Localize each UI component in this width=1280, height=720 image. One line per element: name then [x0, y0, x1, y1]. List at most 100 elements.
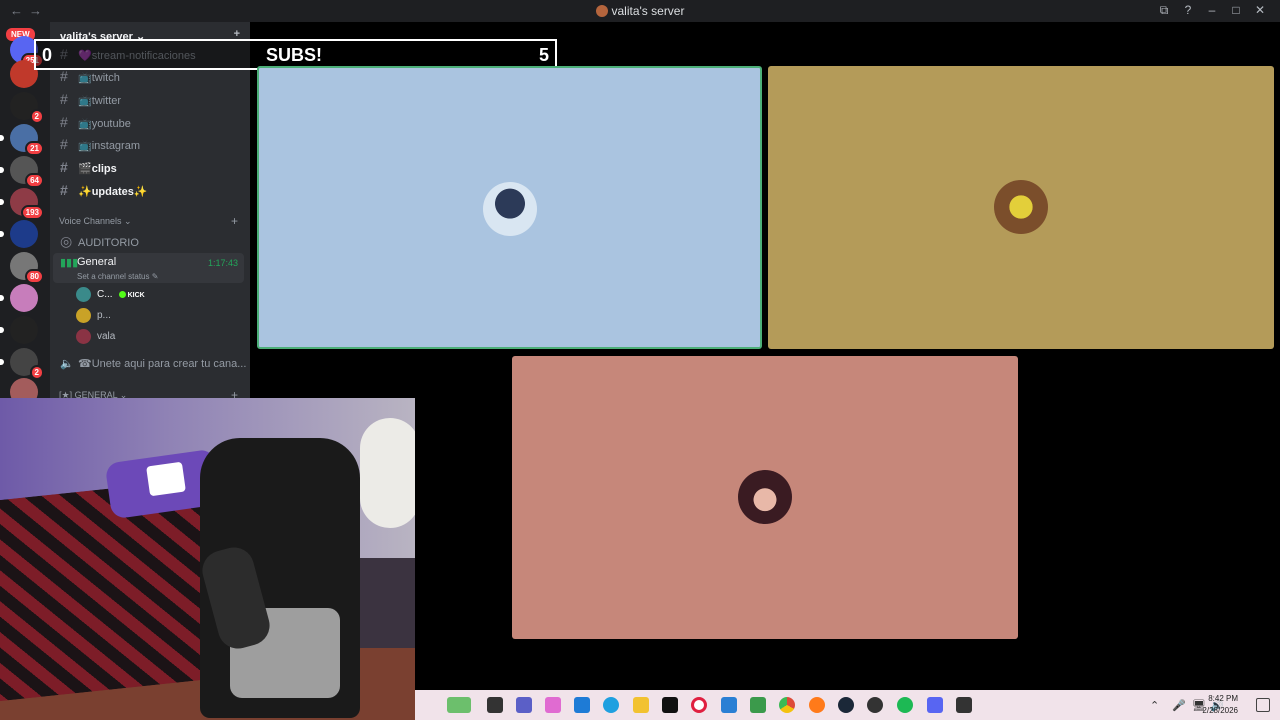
add-channel-icon[interactable]: +: [231, 388, 238, 398]
server-list: NEW 251 2 21 64 193 80 2: [0, 22, 50, 406]
channel-twitch[interactable]: # 📺twitch: [60, 68, 245, 88]
category-label: Voice Channels ⌄: [59, 216, 132, 226]
channel-status[interactable]: Set a channel status ✎: [77, 272, 158, 281]
call-timer: 1:17:43: [207, 258, 238, 268]
store-icon[interactable]: [574, 697, 590, 713]
tray-chevron-icon[interactable]: ⌃: [1150, 699, 1159, 712]
speaker-icon: 🔈: [60, 358, 74, 370]
channel-label: 📺twitch: [78, 72, 120, 84]
voice-channel-create[interactable]: 🔈 ☎Unete aqui para crear tu cana...: [60, 357, 247, 377]
voice-member[interactable]: p...: [76, 308, 111, 326]
discord-icon[interactable]: [927, 697, 943, 713]
participant-tile[interactable]: [512, 356, 1018, 639]
taskbar-widget-icon[interactable]: [447, 697, 471, 713]
screen-share-icon[interactable]: ⧉: [1152, 3, 1176, 18]
category-label: [★] GENERAL ⌄: [59, 390, 128, 398]
subs-current: 0: [42, 45, 53, 65]
webcam-teddy-bear: [360, 418, 415, 528]
taskbar: ⌃ 🎤 🖥 🔊 8:42 PM 2/28/2026: [415, 690, 1280, 720]
guild-icon[interactable]: 64: [0, 156, 44, 188]
avatar: [738, 470, 792, 524]
chrome-icon[interactable]: [779, 697, 795, 713]
avatar: [76, 308, 91, 323]
member-name: vala: [97, 331, 116, 343]
guild-icon[interactable]: [0, 220, 38, 248]
channel-youtube[interactable]: # 📺youtube: [60, 114, 245, 134]
kick-badge: KICK: [119, 292, 145, 299]
window-title-text: valita's server: [611, 4, 685, 18]
mention-badge: 80: [25, 269, 44, 284]
guild-icon[interactable]: 2: [10, 92, 44, 124]
hash-icon: #: [60, 68, 68, 84]
window-controls: ⧉? – □ ✕: [1152, 3, 1272, 18]
twitch-icon: [146, 461, 186, 497]
folder-icon[interactable]: [633, 697, 649, 713]
subs-label: SUBS!: [266, 45, 323, 65]
channel-updates[interactable]: # ✨updates✨: [60, 182, 245, 202]
notifications-icon[interactable]: [1256, 698, 1270, 712]
speaker-icon: ▮▮▮: [60, 257, 79, 269]
unread-pill: [0, 359, 4, 365]
guild-icon[interactable]: 193: [0, 188, 44, 220]
avatar: [483, 182, 537, 236]
guild-icon[interactable]: 21: [0, 124, 44, 156]
channel-label: AUDITORIO: [78, 237, 139, 249]
channel-label: General: [77, 256, 117, 268]
guild-icon[interactable]: 80: [10, 252, 44, 284]
opera-icon[interactable]: [691, 697, 707, 713]
channel-label: 📺youtube: [78, 118, 131, 130]
channel-label: ☎Unete aqui para crear tu cana...: [78, 358, 247, 370]
close-button[interactable]: ✕: [1248, 3, 1272, 17]
voice-member[interactable]: vala: [76, 329, 115, 347]
mention-badge: 64: [25, 173, 44, 188]
voice-channel-auditorio[interactable]: ◎ AUDITORIO: [60, 233, 245, 253]
app-icon[interactable]: [867, 697, 883, 713]
channel-twitter[interactable]: # 📺twitter: [60, 91, 245, 111]
file-explorer-icon[interactable]: [487, 697, 503, 713]
overlay-strip: [36, 41, 254, 68]
edge-icon[interactable]: [603, 697, 619, 713]
game-app-icon[interactable]: [750, 697, 766, 713]
spotify-icon[interactable]: [897, 697, 913, 713]
voice-member[interactable]: C... KICK: [76, 287, 145, 305]
subs-goal: 5: [538, 45, 549, 65]
hash-icon: #: [60, 182, 68, 198]
firefox-icon[interactable]: [809, 697, 825, 713]
mention-badge: 21: [25, 141, 44, 156]
stage-icon: ◎: [60, 233, 73, 249]
guild-icon[interactable]: [0, 316, 38, 344]
hash-icon: #: [60, 91, 68, 107]
mention-badge: 2: [29, 365, 44, 380]
avatar: [76, 287, 91, 302]
voice-channel-general[interactable]: ▮▮▮ General 1:17:43 Set a channel status…: [53, 253, 244, 283]
outlook-icon[interactable]: [721, 697, 737, 713]
system-clock[interactable]: 8:42 PM 2/28/2026: [1202, 693, 1238, 717]
guild-icon[interactable]: [0, 284, 38, 312]
maximize-button[interactable]: □: [1224, 3, 1248, 17]
clock-date: 2/28/2026: [1202, 706, 1238, 715]
channel-label: 🎬clips: [78, 163, 117, 175]
channel-clips[interactable]: # 🎬clips: [60, 159, 245, 179]
help-icon[interactable]: ?: [1176, 3, 1200, 17]
voice-category[interactable]: Voice Channels ⌄ +: [59, 214, 244, 228]
mention-badge: 2: [29, 109, 44, 124]
webcam-feed: [0, 398, 415, 720]
steam-icon[interactable]: [838, 697, 854, 713]
teams-icon[interactable]: [516, 697, 532, 713]
participant-tile[interactable]: [257, 66, 762, 349]
copilot-icon[interactable]: [545, 697, 561, 713]
hash-icon: #: [60, 114, 68, 130]
channel-label: 📺instagram: [78, 140, 140, 152]
participant-tile[interactable]: [768, 66, 1274, 349]
minimize-button[interactable]: –: [1200, 3, 1224, 17]
unread-pill: [0, 295, 4, 301]
add-channel-icon[interactable]: +: [231, 214, 238, 228]
app-icon[interactable]: [956, 697, 972, 713]
channel-instagram[interactable]: # 📺instagram: [60, 136, 245, 156]
window-title: valita's server: [0, 4, 1280, 18]
tiktok-icon[interactable]: [662, 697, 678, 713]
mic-tray-icon[interactable]: 🎤: [1172, 699, 1186, 712]
avatar: [994, 180, 1048, 234]
guild-icon[interactable]: 2: [0, 348, 44, 380]
general-category[interactable]: [★] GENERAL ⌄ +: [59, 388, 244, 398]
